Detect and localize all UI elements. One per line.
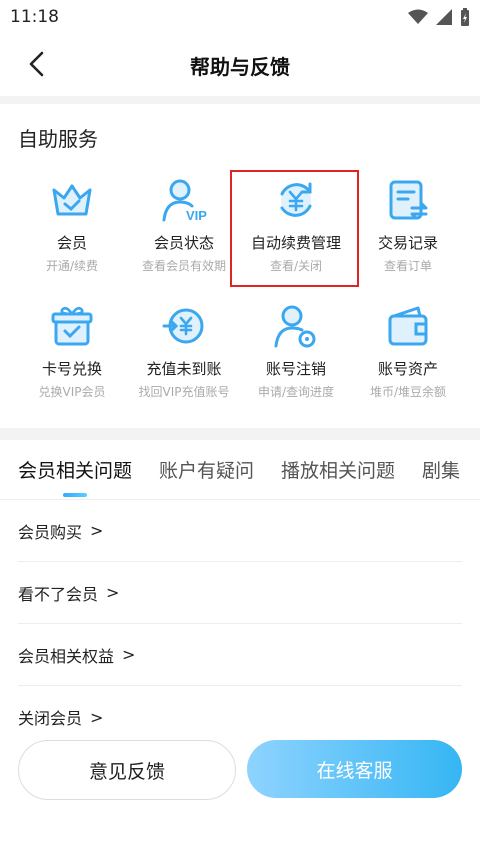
- question-item[interactable]: 关闭会员 >: [18, 686, 462, 748]
- service-label: 账号注销: [265, 360, 326, 378]
- divider-band: [0, 96, 480, 104]
- service-label: 会员: [56, 234, 87, 252]
- question-list: 会员购买 > 看不了会员 > 会员相关权益 > 关闭会员 >: [0, 500, 480, 748]
- service-label: 账号资产: [377, 360, 438, 378]
- question-item[interactable]: 会员相关权益 >: [18, 624, 462, 686]
- tab-series-questions[interactable]: 剧集: [422, 456, 460, 483]
- service-item-member[interactable]: 会员 开通/续费: [12, 160, 132, 284]
- tab-label: 会员相关问题: [18, 460, 133, 482]
- wallet-icon: [388, 306, 428, 346]
- service-label: 卡号兑换: [41, 360, 102, 378]
- tab-label: 剧集: [422, 460, 461, 482]
- service-item-account-cancel[interactable]: 账号注销 申请/查询进度: [236, 286, 356, 410]
- service-label: 充值未到账: [146, 360, 222, 378]
- tab-account-questions[interactable]: 账户有疑问: [159, 456, 254, 483]
- tab-label: 播放相关问题: [281, 460, 396, 482]
- svg-text:VIP: VIP: [186, 208, 207, 223]
- service-sub: 查看订单: [383, 259, 432, 273]
- transaction-doc-icon: [389, 180, 428, 220]
- service-label: 会员状态: [153, 234, 214, 252]
- online-service-button[interactable]: 在线客服: [247, 740, 462, 798]
- back-button[interactable]: [20, 48, 52, 80]
- service-sub: 查看会员有效期: [141, 259, 226, 273]
- tab-label: 账户有疑问: [159, 460, 255, 482]
- account-cancel-icon: [274, 305, 316, 348]
- status-time: 11:18: [10, 7, 59, 27]
- page-title: 帮助与反馈: [190, 54, 290, 79]
- signal-icon: [436, 9, 452, 25]
- auto-renew-yen-icon: [280, 182, 312, 217]
- service-label: 交易记录: [377, 234, 438, 252]
- chevron-right-icon: >: [122, 645, 136, 664]
- chevron-right-icon: >: [106, 583, 120, 602]
- self-service-section: 自助服务 会员 开通/续费 VIP 会员状态 查看会员有效期 自动续费管理 查看…: [0, 104, 480, 428]
- divider-band: [0, 428, 480, 440]
- service-sub: 找回VIP充值账号: [138, 385, 230, 399]
- service-sub: 申请/查询进度: [257, 385, 335, 399]
- service-sub: 查看/关闭: [269, 259, 323, 273]
- question-label: 关闭会员: [18, 709, 83, 728]
- service-sub: 堆币/堆豆余额: [369, 385, 447, 399]
- service-item-card-redeem[interactable]: 卡号兑换 兑换VIP会员: [12, 286, 132, 410]
- question-label: 会员相关权益: [18, 646, 115, 666]
- service-label: 自动续费管理: [250, 234, 341, 252]
- question-tabs: 会员相关问题 账户有疑问 播放相关问题 剧集: [0, 440, 480, 500]
- chevron-right-icon: >: [90, 521, 104, 540]
- chevron-right-icon: >: [90, 707, 104, 727]
- gift-box-icon: [51, 306, 93, 346]
- vip-user-icon: VIP: [162, 179, 207, 223]
- question-item[interactable]: 看不了会员 >: [18, 562, 462, 624]
- section-title: 自助服务: [18, 127, 98, 151]
- crown-icon: [52, 184, 92, 216]
- question-item[interactable]: 会员购买 >: [18, 500, 462, 562]
- tab-playback-questions[interactable]: 播放相关问题: [281, 456, 395, 483]
- feedback-button[interactable]: 意见反馈: [18, 740, 236, 800]
- bottom-action-bar: 意见反馈 在线客服: [0, 740, 480, 802]
- service-item-account-assets[interactable]: 账号资产 堆币/堆豆余额: [348, 286, 468, 410]
- tab-member-questions[interactable]: 会员相关问题: [18, 456, 133, 497]
- status-bar: 11:18: [0, 0, 480, 34]
- service-item-member-status[interactable]: VIP 会员状态 查看会员有效期: [124, 160, 244, 284]
- question-label: 会员购买: [18, 522, 83, 542]
- service-item-auto-renew[interactable]: 自动续费管理 查看/关闭: [236, 160, 356, 284]
- service-item-recharge-missing[interactable]: 充值未到账 找回VIP充值账号: [124, 286, 244, 410]
- service-sub: 兑换VIP会员: [38, 385, 106, 399]
- question-label: 看不了会员: [18, 584, 99, 604]
- battery-icon: [461, 8, 469, 26]
- wifi-icon: [408, 9, 428, 24]
- service-grid: 会员 开通/续费 VIP 会员状态 查看会员有效期 自动续费管理 查看/关闭 交…: [0, 160, 480, 420]
- chevron-left-icon: [29, 51, 44, 77]
- nav-bar: 帮助与反馈: [0, 34, 480, 96]
- service-sub: 开通/续费: [45, 259, 99, 273]
- status-icons: [408, 8, 470, 26]
- recharge-yen-icon: [162, 308, 204, 344]
- tab-active-indicator: [63, 493, 87, 497]
- service-item-transactions[interactable]: 交易记录 查看订单: [348, 160, 468, 284]
